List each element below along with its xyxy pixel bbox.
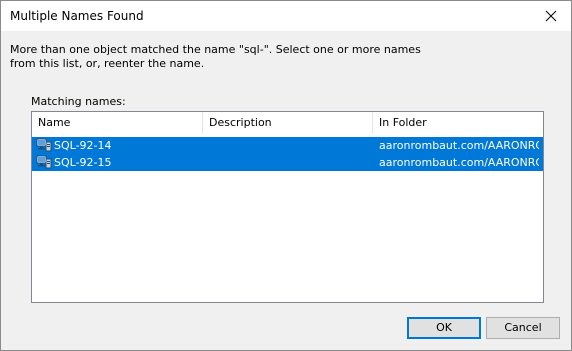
ok-button[interactable]: OK	[407, 317, 481, 339]
message-line-1: More than one object matched the name "s…	[10, 43, 421, 56]
row-description	[209, 137, 369, 154]
matching-names-label: Matching names:	[31, 95, 126, 108]
row-description	[209, 154, 369, 171]
cancel-button[interactable]: Cancel	[486, 317, 560, 339]
title-bar[interactable]: Multiple Names Found	[1, 1, 571, 31]
list-row[interactable]: SQL-92-15 aaronrombaut.com/AARONRO...	[32, 154, 543, 171]
row-name: SQL-92-15	[54, 156, 112, 169]
row-folder: aaronrombaut.com/AARONRO...	[379, 156, 539, 169]
column-header-description[interactable]: Description	[203, 112, 373, 134]
column-header-name[interactable]: Name	[32, 112, 203, 134]
matching-names-list[interactable]: Name Description In Folder SQL-92-14 aar…	[31, 111, 544, 303]
message-line-2: from this list, or, reenter the name.	[10, 57, 205, 70]
close-icon	[545, 10, 557, 22]
computer-icon	[36, 155, 52, 169]
column-header-in-folder[interactable]: In Folder	[373, 112, 543, 134]
dialog-window: Multiple Names Found More than one objec…	[0, 0, 572, 351]
list-header: Name Description In Folder	[32, 112, 543, 134]
row-name: SQL-92-14	[54, 139, 112, 152]
close-button[interactable]	[531, 1, 571, 31]
dialog-message: More than one object matched the name "s…	[10, 43, 430, 71]
list-row[interactable]: SQL-92-14 aaronrombaut.com/AARONRO...	[32, 137, 543, 154]
dialog-title: Multiple Names Found	[10, 9, 144, 23]
row-folder: aaronrombaut.com/AARONRO...	[379, 139, 539, 152]
computer-icon	[36, 138, 52, 152]
